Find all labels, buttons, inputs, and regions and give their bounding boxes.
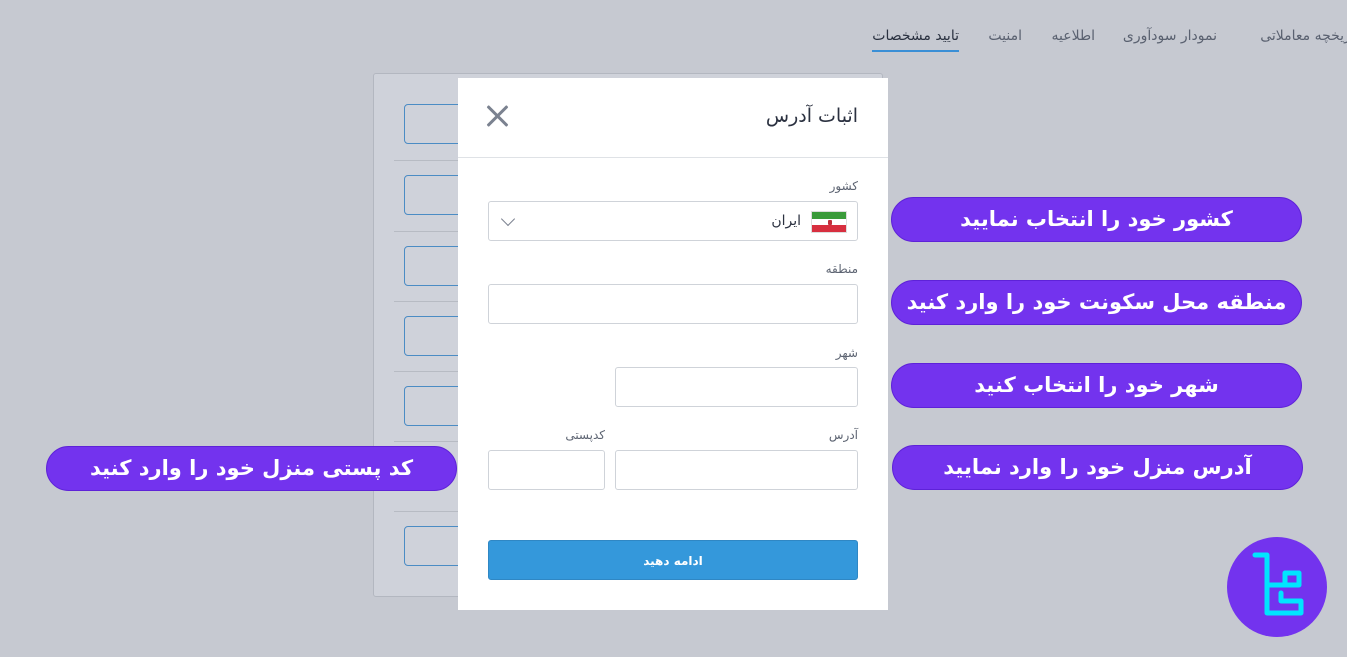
modal-title: اثبات آدرس — [765, 105, 858, 127]
callout-enter-address: آدرس منزل خود را وارد نمایید — [892, 445, 1303, 490]
tab-trade-history[interactable]: تاریخچه معاملاتی — [1260, 28, 1347, 44]
chevron-down-icon — [500, 211, 516, 227]
brand-logo-icon — [1227, 537, 1327, 637]
callout-select-city: شهر خود را انتخاب کنید — [891, 363, 1302, 408]
close-icon[interactable] — [486, 104, 510, 128]
continue-button[interactable]: ادامه دهید — [488, 540, 858, 580]
tab-announcements[interactable]: اطلاعیه — [1052, 28, 1095, 44]
callout-select-country: کشور خود را انتخاب نمایید — [891, 197, 1302, 242]
logo-mark — [1252, 552, 1304, 616]
address-input[interactable] — [615, 450, 858, 490]
callout-enter-postal-code: کد پستی منزل خود را وارد کنید — [46, 446, 457, 491]
country-label: کشور — [829, 179, 858, 193]
tab-verification[interactable]: تایید مشخصات — [872, 28, 959, 52]
callout-enter-region: منطقه محل سکونت خود را وارد کنید — [891, 280, 1302, 325]
iran-flag-icon — [811, 211, 847, 233]
postal-code-label: کدپستی — [565, 428, 605, 442]
region-input[interactable] — [488, 284, 858, 324]
region-label: منطقه — [825, 262, 858, 276]
country-value: ایران — [771, 213, 801, 229]
top-navigation: تاریخچه معاملاتی نمودار سودآوری اطلاعیه … — [0, 28, 1347, 58]
city-label: شهر — [835, 346, 858, 360]
modal-header: اثبات آدرس — [458, 78, 888, 158]
tab-profit-chart[interactable]: نمودار سودآوری — [1123, 28, 1217, 44]
address-label: آدرس — [828, 428, 858, 442]
country-select[interactable]: ایران — [488, 201, 858, 241]
address-proof-modal: اثبات آدرس کشور ایران منطقه شهر آدرس کدپ… — [458, 78, 888, 610]
city-input[interactable] — [615, 367, 858, 407]
tab-security[interactable]: امنیت — [988, 28, 1022, 44]
postal-code-input[interactable] — [488, 450, 605, 490]
